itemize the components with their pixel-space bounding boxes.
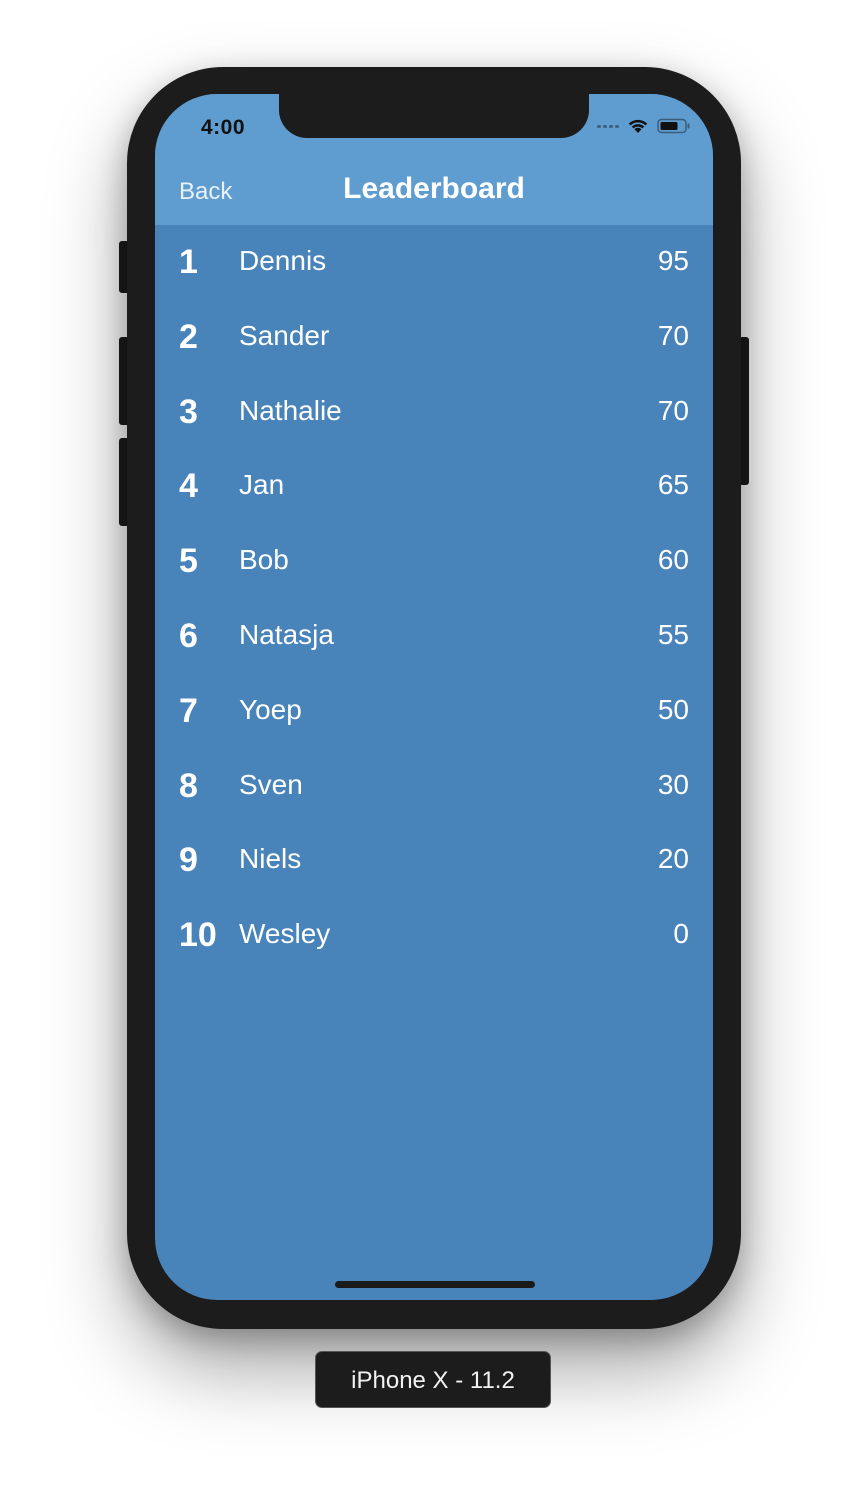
phone-screen: 4:00 Back Leaderboard 1 Dennis 95 2 Sand… xyxy=(155,94,713,1300)
rank-number: 8 xyxy=(179,766,198,805)
page-title: Leaderboard xyxy=(343,172,525,205)
player-score: 30 xyxy=(657,768,689,800)
leaderboard-row[interactable]: 9 Niels 20 xyxy=(155,823,713,898)
status-icons xyxy=(597,118,691,134)
simulator-stage: 4:00 Back Leaderboard 1 Dennis 95 2 Sand… xyxy=(0,0,868,1492)
player-name: Dennis xyxy=(239,245,327,276)
leaderboard-row[interactable]: 1 Dennis 95 xyxy=(155,225,713,300)
leaderboard-row[interactable]: 3 Nathalie 70 xyxy=(155,375,713,450)
device-label: iPhone X - 11.2 xyxy=(315,1351,551,1408)
player-name: Wesley xyxy=(239,918,331,950)
rank-number: 10 xyxy=(179,916,217,955)
cellular-signal-icon xyxy=(597,124,619,128)
player-score: 70 xyxy=(657,319,689,351)
leaderboard-row[interactable]: 7 Yoep 50 xyxy=(155,674,713,749)
player-score: 60 xyxy=(657,544,689,576)
player-score: 20 xyxy=(657,843,689,875)
player-name: Nathalie xyxy=(239,394,342,426)
rank-number: 3 xyxy=(179,392,198,431)
player-name: Bob xyxy=(239,544,289,576)
rank-number: 6 xyxy=(179,616,198,655)
player-score: 70 xyxy=(657,394,689,426)
status-time: 4:00 xyxy=(201,116,246,139)
rank-number: 5 xyxy=(179,542,198,581)
player-name: Yoep xyxy=(239,693,302,725)
leaderboard-row[interactable]: 4 Jan 65 xyxy=(155,449,713,524)
player-score: 50 xyxy=(657,693,689,725)
leaderboard-row[interactable]: 5 Bob 60 xyxy=(155,524,713,599)
notch xyxy=(279,94,589,138)
player-name: Jan xyxy=(239,469,285,501)
rank-number: 7 xyxy=(179,691,198,730)
leaderboard-row[interactable]: 8 Sven 30 xyxy=(155,749,713,824)
player-name: Sander xyxy=(239,319,330,351)
leaderboard-row[interactable]: 6 Natasja 55 xyxy=(155,599,713,674)
rank-number: 2 xyxy=(179,317,198,356)
player-name: Natasja xyxy=(239,618,334,650)
rank-number: 1 xyxy=(179,243,198,281)
player-score: 55 xyxy=(657,618,689,650)
rank-number: 9 xyxy=(179,841,198,880)
battery-icon xyxy=(657,118,690,134)
player-name: Sven xyxy=(239,768,303,800)
leaderboard-row[interactable]: 2 Sander 70 xyxy=(155,300,713,375)
player-score: 0 xyxy=(673,918,689,950)
player-name: Niels xyxy=(239,843,302,875)
wifi-icon xyxy=(628,119,648,133)
leaderboard-row[interactable]: 10 Wesley 0 xyxy=(155,898,713,973)
player-score: 65 xyxy=(657,469,689,501)
home-indicator[interactable] xyxy=(335,1281,535,1288)
player-score: 95 xyxy=(657,245,689,276)
leaderboard-list: 1 Dennis 95 2 Sander 70 3 Nathalie 70 4 … xyxy=(155,225,713,973)
rank-number: 4 xyxy=(179,467,198,506)
